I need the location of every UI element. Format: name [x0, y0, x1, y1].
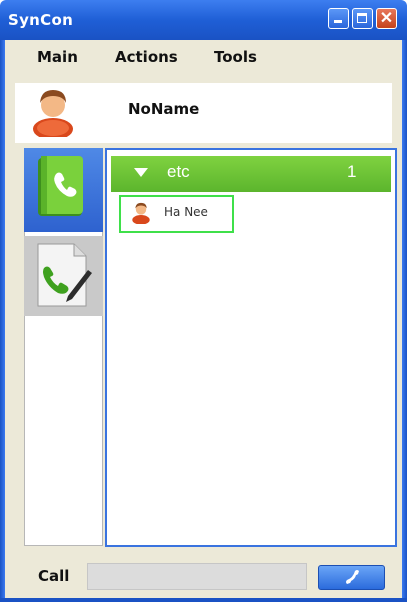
maximize-button[interactable] [352, 8, 373, 29]
syncon-window: SynCon ✕ Main Actions Tools NoName etc 1… [0, 0, 407, 602]
close-icon: ✕ [379, 10, 394, 27]
call-button[interactable] [318, 565, 385, 590]
group-name: etc [167, 162, 190, 181]
phone-book-icon [38, 156, 83, 216]
chevron-down-icon[interactable] [134, 168, 148, 177]
tab-contacts[interactable] [24, 148, 103, 232]
minimize-icon [334, 20, 342, 23]
group-count: 1 [347, 162, 357, 181]
menu-main[interactable]: Main [37, 48, 78, 66]
close-button[interactable]: ✕ [376, 8, 397, 29]
menu-actions[interactable]: Actions [115, 48, 178, 66]
window-title: SynCon [8, 11, 74, 29]
profile-name: NoName [128, 100, 200, 118]
user-avatar-icon [131, 200, 151, 229]
menu-bar: Main Actions Tools [5, 40, 402, 70]
window-frame-right [402, 40, 407, 602]
title-bar[interactable]: SynCon ✕ [0, 0, 407, 40]
window-frame-bottom [0, 598, 407, 602]
phone-handset-icon [346, 570, 359, 584]
call-label: Call [38, 567, 70, 585]
contact-name: Ha Nee [164, 205, 208, 219]
user-avatar-icon[interactable] [30, 85, 76, 142]
tab-call-log[interactable] [24, 236, 103, 316]
minimize-button[interactable] [328, 8, 349, 29]
maximize-icon [357, 13, 367, 23]
phone-document-icon [37, 243, 92, 307]
call-number-input[interactable] [87, 563, 307, 590]
menu-tools[interactable]: Tools [214, 48, 257, 66]
